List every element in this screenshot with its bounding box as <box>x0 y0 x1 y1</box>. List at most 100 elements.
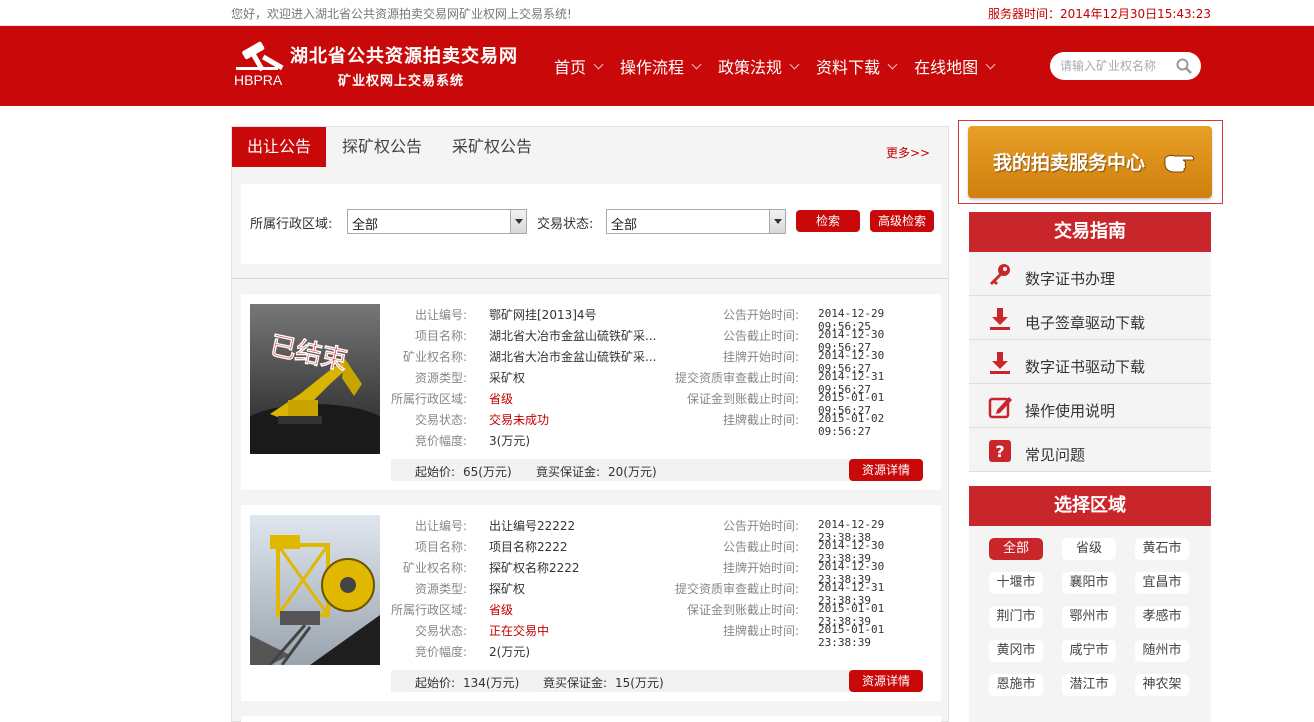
service-center-button[interactable]: 我的拍卖服务中心 <box>968 126 1212 198</box>
dropdown-arrow-icon <box>510 210 526 233</box>
chevron-down-icon <box>887 59 898 69</box>
label-right: 矿业权名称: <box>402 561 467 575</box>
welcome-text: 您好，欢迎进入湖北省公共资源拍卖交易网矿业权网上交易系统! <box>231 7 572 21</box>
pointing-hand-icon <box>1164 154 1195 173</box>
more-link[interactable]: 更多>> <box>886 144 930 161</box>
deposit-label: 竟买保证金: <box>536 465 601 479</box>
region-filter-label: 所属行政区域: <box>250 217 333 232</box>
label-notice-end: 公告截止时间: <box>722 540 799 554</box>
listing-card: 已结束 出让编号: 项目名称: 矿业权名称: 资源类型: 所属行政区域: 交易状… <box>241 294 941 490</box>
region-all[interactable]: 全部 <box>989 538 1043 560</box>
region-ezhou[interactable]: 鄂州市 <box>1062 606 1116 628</box>
guide-item-manual[interactable]: 操作使用说明 <box>969 384 1211 428</box>
server-time: 服务器时间：2014年12月30日15:43:23 <box>988 5 1211 22</box>
trading-guide-title: 交易指南 <box>969 212 1211 252</box>
region-grid: 全部 省级 黄石市 十堰市 襄阳市 宜昌市 荆门市 鄂州市 孝感市 黄冈市 咸宁… <box>969 526 1211 722</box>
status-select[interactable]: 全部 <box>606 209 786 234</box>
value-list-end: 2015-01-02 09:56:27 <box>818 412 885 438</box>
guide-item-label: 数字证书办理 <box>1025 270 1116 288</box>
download-icon <box>990 352 1010 374</box>
site-title: 湖北省公共资源拍卖交易网 <box>290 46 518 67</box>
search-box <box>1050 52 1201 80</box>
question-icon: ? <box>989 440 1011 462</box>
search-input[interactable] <box>1060 57 1172 75</box>
guide-item-faq[interactable]: ? 常见问题 <box>969 428 1211 472</box>
nav-policy-label: 政策法规 <box>718 58 783 77</box>
resource-detail-button[interactable]: 资源详情 <box>849 670 923 692</box>
label-notice-start: 公告开始时间: <box>722 308 799 322</box>
label-status: 交易状态: <box>414 624 467 638</box>
bucket-wheel-image <box>250 515 380 665</box>
tab-mining-notice[interactable]: 采矿权公告 <box>440 127 544 167</box>
tab-exploration-notice[interactable]: 探矿权公告 <box>330 127 434 167</box>
dropdown-arrow-icon <box>769 210 785 233</box>
guide-item-esign-driver[interactable]: 电子签章驱动下载 <box>969 296 1211 340</box>
excavator-image: 已结束 <box>250 304 380 454</box>
server-time-value: 2014年12月30日15:43:23 <box>1060 7 1211 21</box>
start-price-label: 起始价: <box>415 676 456 690</box>
label-list-start: 挂牌开始时间: <box>722 350 799 364</box>
divider <box>232 278 948 279</box>
value-project: 项目名称2222 <box>489 540 568 554</box>
announcement-tabs: 出让公告 探矿权公告 采矿权公告 更多>> <box>232 127 948 167</box>
listing-card <box>241 716 941 722</box>
guide-item-label: 常见问题 <box>1025 446 1086 464</box>
service-center-box: 我的拍卖服务中心 <box>958 120 1223 204</box>
deposit-value: 20(万元) <box>608 465 657 479</box>
region-provincial[interactable]: 省级 <box>1062 538 1116 560</box>
label-list-end: 挂牌截止时间: <box>722 624 799 638</box>
search-icon[interactable] <box>1176 58 1192 74</box>
deposit-value: 15(万元) <box>615 676 664 690</box>
region-xianning[interactable]: 咸宁市 <box>1062 640 1116 662</box>
guide-item-cert-apply[interactable]: 数字证书办理 <box>969 252 1211 296</box>
region-select[interactable]: 全部 <box>347 209 527 234</box>
price-bar: 起始价: 134(万元) 竟买保证金: 15(万元) <box>391 670 923 692</box>
value-increment: 2(万元) <box>489 645 530 659</box>
region-yichang[interactable]: 宜昌市 <box>1135 572 1189 594</box>
download-icon <box>990 308 1010 330</box>
svg-text:?: ? <box>995 442 1004 461</box>
label-project: 项目名称: <box>414 329 467 343</box>
start-price-value: 134(万元) <box>463 676 520 690</box>
advanced-search-button[interactable]: 高级检索 <box>870 210 934 232</box>
nav-downloads[interactable]: 资料下载 <box>816 54 898 78</box>
region-select-title: 选择区域 <box>969 486 1211 526</box>
region-shennongjia[interactable]: 神农架 <box>1135 674 1189 696</box>
value-increment: 3(万元) <box>489 434 530 448</box>
top-bar: 您好，欢迎进入湖北省公共资源拍卖交易网矿业权网上交易系统! 服务器时间：2014… <box>0 0 1314 26</box>
guide-item-label: 电子签章驱动下载 <box>1025 314 1146 332</box>
nav-home-label: 首页 <box>554 58 587 77</box>
nav-map[interactable]: 在线地图 <box>914 54 996 78</box>
guide-item-cert-driver[interactable]: 数字证书驱动下载 <box>969 340 1211 384</box>
value-code: 鄂矿网挂[2013]4号 <box>489 308 597 322</box>
region-xiaogan[interactable]: 孝感市 <box>1135 606 1189 628</box>
region-huanggang[interactable]: 黄冈市 <box>989 640 1043 662</box>
region-shiyan[interactable]: 十堰市 <box>989 572 1043 594</box>
main-nav: 首页 操作流程 政策法规 资料下载 在线地图 <box>554 54 1012 78</box>
value-type: 采矿权 <box>489 371 526 385</box>
tab-transfer-notice[interactable]: 出让公告 <box>232 127 326 167</box>
region-suizhou[interactable]: 随州市 <box>1135 640 1189 662</box>
server-time-label: 服务器时间： <box>988 7 1061 21</box>
nav-policy[interactable]: 政策法规 <box>718 54 800 78</box>
site-logo[interactable]: 湖北省公共资源拍卖交易网 矿业权网上交易系统 HBPRA <box>232 40 532 92</box>
region-huangshi[interactable]: 黄石市 <box>1135 538 1189 560</box>
region-jingmen[interactable]: 荆门市 <box>989 606 1043 628</box>
listing-card: 出让编号: 项目名称: 矿业权名称: 资源类型: 所属行政区域: 交易状态: 竞… <box>241 505 941 701</box>
nav-home[interactable]: 首页 <box>554 54 604 78</box>
price-bar: 起始价: 65(万元) 竟买保证金: 20(万元) <box>391 459 923 481</box>
label-type: 资源类型: <box>414 371 467 385</box>
nav-process[interactable]: 操作流程 <box>620 54 702 78</box>
region-qianjiang[interactable]: 潜江市 <box>1062 674 1116 696</box>
status-filter-label: 交易状态: <box>537 217 594 232</box>
label-code: 出让编号: <box>414 519 467 533</box>
label-notice-start: 公告开始时间: <box>722 519 799 533</box>
value-right: 探矿权名称2222 <box>489 561 580 575</box>
region-xiangyang[interactable]: 襄阳市 <box>1062 572 1116 594</box>
label-region: 所属行政区域: <box>390 392 467 406</box>
label-deposit-end: 保证金到账截止时间: <box>686 392 799 406</box>
resource-detail-button[interactable]: 资源详情 <box>849 459 923 481</box>
region-enshi[interactable]: 恩施市 <box>989 674 1043 696</box>
search-button[interactable]: 检索 <box>796 210 860 232</box>
nav-map-label: 在线地图 <box>914 58 979 77</box>
